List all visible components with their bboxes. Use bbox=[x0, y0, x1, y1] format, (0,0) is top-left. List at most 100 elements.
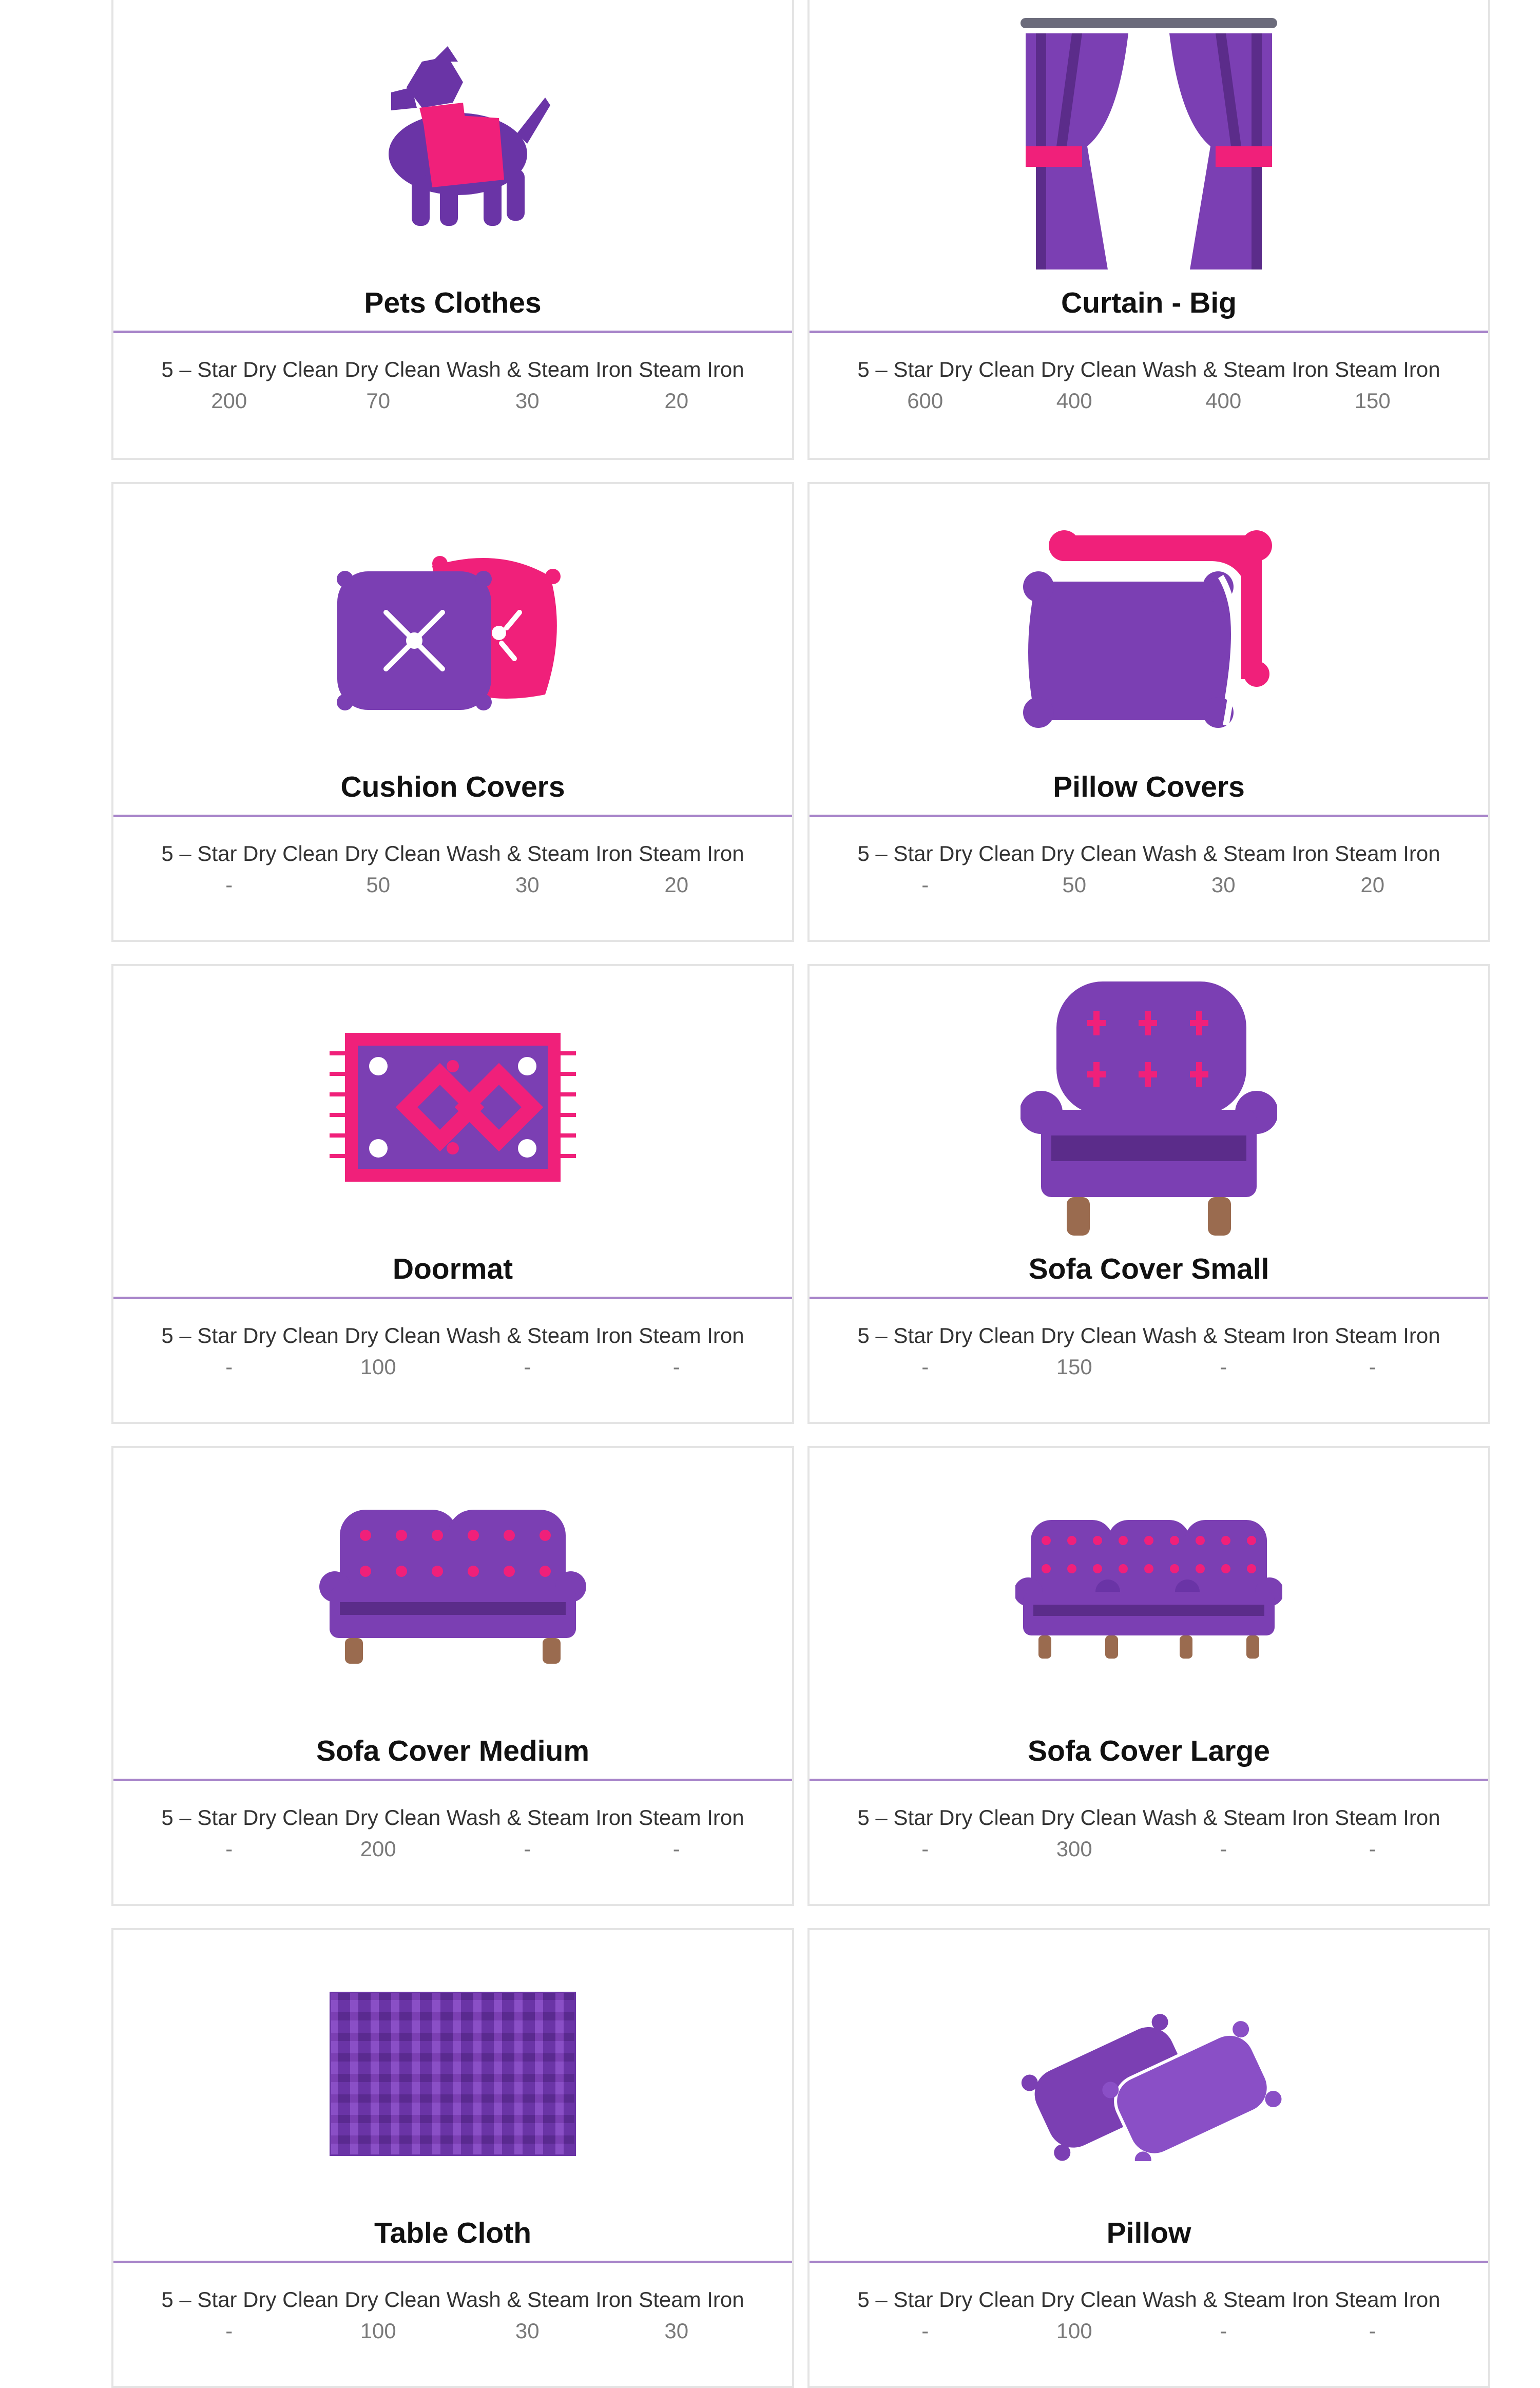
divider bbox=[810, 1297, 1488, 1299]
price-table: 5 – Star Dry Clean Dry Clean Wash & Stea… bbox=[134, 2284, 772, 2347]
service-title: Pillow Covers bbox=[1053, 771, 1245, 803]
cushion-icon bbox=[113, 525, 792, 730]
price-steam-iron: - bbox=[1369, 1837, 1376, 1861]
service-card-pets-clothes[interactable]: Pets Clothes 5 – Star Dry Clean Dry Clea… bbox=[111, 0, 794, 460]
price-dry-clean: 400 bbox=[1056, 389, 1092, 413]
price-values: - 50 30 20 bbox=[830, 869, 1468, 901]
price-wash-steam: - bbox=[1220, 1837, 1227, 1861]
price-wash-steam: - bbox=[1220, 1355, 1227, 1379]
service-title: Table Cloth bbox=[374, 2217, 532, 2249]
price-steam-iron: - bbox=[1369, 1355, 1376, 1379]
service-card-pillow-covers[interactable]: Pillow Covers 5 – Star Dry Clean Dry Cle… bbox=[807, 482, 1490, 942]
service-title: Sofa Cover Medium bbox=[316, 1735, 590, 1767]
price-wash-steam: - bbox=[1220, 2319, 1227, 2343]
price-5-star: - bbox=[225, 1837, 233, 1861]
price-table: 5 – Star Dry Clean Dry Clean Wash & Stea… bbox=[830, 1320, 1468, 1383]
price-table: 5 – Star Dry Clean Dry Clean Wash & Stea… bbox=[830, 2284, 1468, 2347]
price-dry-clean: 70 bbox=[366, 389, 391, 413]
price-steam-iron: 20 bbox=[664, 873, 689, 897]
price-values: 600 400 400 150 bbox=[830, 385, 1468, 417]
service-card-curtain-big[interactable]: Curtain - Big 5 – Star Dry Clean Dry Cle… bbox=[807, 0, 1490, 460]
service-title: Sofa Cover Large bbox=[1028, 1735, 1270, 1767]
service-price-grid: Pets Clothes 5 – Star Dry Clean Dry Clea… bbox=[111, 0, 1490, 2388]
doormat-icon bbox=[113, 1007, 792, 1212]
divider bbox=[113, 815, 792, 817]
service-card-doormat[interactable]: Doormat 5 – Star Dry Clean Dry Clean Was… bbox=[111, 964, 794, 1424]
price-5-star: - bbox=[921, 1837, 929, 1861]
price-5-star: - bbox=[921, 1355, 929, 1379]
divider bbox=[113, 1297, 792, 1299]
price-steam-iron: 150 bbox=[1354, 389, 1391, 413]
price-wash-steam: 30 bbox=[1211, 873, 1236, 897]
price-table: 5 – Star Dry Clean Dry Clean Wash & Stea… bbox=[134, 1320, 772, 1383]
price-table: 5 – Star Dry Clean Dry Clean Wash & Stea… bbox=[134, 838, 772, 901]
price-steam-iron: 30 bbox=[664, 2319, 689, 2343]
price-values: - 200 - - bbox=[134, 1833, 772, 1865]
price-wash-steam: - bbox=[524, 1837, 531, 1861]
service-title: Pets Clothes bbox=[364, 286, 542, 319]
divider bbox=[113, 1779, 792, 1781]
divider bbox=[810, 815, 1488, 817]
divider bbox=[113, 331, 792, 333]
price-header: 5 – Star Dry Clean Dry Clean Wash & Stea… bbox=[857, 1805, 1440, 1829]
price-5-star: - bbox=[921, 2319, 929, 2343]
price-table: 5 – Star Dry Clean Dry Clean Wash & Stea… bbox=[830, 354, 1468, 417]
price-5-star: - bbox=[225, 1355, 233, 1379]
service-card-sofa-cover-small[interactable]: Sofa Cover Small 5 – Star Dry Clean Dry … bbox=[807, 964, 1490, 1424]
price-values: - 100 30 30 bbox=[134, 2315, 772, 2347]
service-card-table-cloth[interactable]: Table Cloth 5 – Star Dry Clean Dry Clean… bbox=[111, 1928, 794, 2388]
price-5-star: - bbox=[921, 873, 929, 897]
price-steam-iron: 20 bbox=[1360, 873, 1385, 897]
price-5-star: - bbox=[225, 873, 233, 897]
service-title: Pillow bbox=[1106, 2217, 1191, 2249]
price-wash-steam: 30 bbox=[515, 389, 540, 413]
price-header: 5 – Star Dry Clean Dry Clean Wash & Stea… bbox=[161, 1805, 744, 1829]
price-5-star: - bbox=[225, 2319, 233, 2343]
price-values: - 50 30 20 bbox=[134, 869, 772, 901]
price-header: 5 – Star Dry Clean Dry Clean Wash & Stea… bbox=[857, 2287, 1440, 2312]
armchair-icon bbox=[810, 981, 1488, 1236]
price-table: 5 – Star Dry Clean Dry Clean Wash & Stea… bbox=[830, 838, 1468, 901]
service-title: Cushion Covers bbox=[340, 771, 565, 803]
price-table: 5 – Star Dry Clean Dry Clean Wash & Stea… bbox=[830, 1802, 1468, 1865]
sofa-large-icon bbox=[810, 1489, 1488, 1694]
price-wash-steam: - bbox=[524, 1355, 531, 1379]
price-header: 5 – Star Dry Clean Dry Clean Wash & Stea… bbox=[857, 357, 1440, 381]
price-wash-steam: 30 bbox=[515, 873, 540, 897]
price-5-star: 600 bbox=[907, 389, 944, 413]
dog-clothes-icon bbox=[113, 41, 792, 246]
pillow-icon bbox=[810, 1971, 1488, 2177]
price-values: - 100 - - bbox=[134, 1351, 772, 1383]
price-dry-clean: 150 bbox=[1056, 1355, 1092, 1379]
price-header: 5 – Star Dry Clean Dry Clean Wash & Stea… bbox=[161, 357, 744, 381]
price-values: - 150 - - bbox=[830, 1351, 1468, 1383]
price-dry-clean: 200 bbox=[360, 1837, 396, 1861]
pillow-cover-icon bbox=[810, 525, 1488, 730]
service-card-sofa-cover-large[interactable]: Sofa Cover Large 5 – Star Dry Clean Dry … bbox=[807, 1446, 1490, 1906]
service-card-cushion-covers[interactable]: Cushion Covers 5 – Star Dry Clean Dry Cl… bbox=[111, 482, 794, 942]
price-wash-steam: 30 bbox=[515, 2319, 540, 2343]
price-values: 200 70 30 20 bbox=[134, 385, 772, 417]
price-dry-clean: 100 bbox=[360, 2319, 396, 2343]
price-table: 5 – Star Dry Clean Dry Clean Wash & Stea… bbox=[134, 1802, 772, 1865]
divider bbox=[113, 2261, 792, 2263]
price-values: - 100 - - bbox=[830, 2315, 1468, 2347]
price-header: 5 – Star Dry Clean Dry Clean Wash & Stea… bbox=[161, 841, 744, 865]
price-header: 5 – Star Dry Clean Dry Clean Wash & Stea… bbox=[857, 841, 1440, 865]
price-table: 5 – Star Dry Clean Dry Clean Wash & Stea… bbox=[134, 354, 772, 417]
service-card-sofa-cover-medium[interactable]: Sofa Cover Medium 5 – Star Dry Clean Dry… bbox=[111, 1446, 794, 1906]
price-dry-clean: 300 bbox=[1056, 1837, 1092, 1861]
price-5-star: 200 bbox=[211, 389, 247, 413]
price-steam-iron: - bbox=[672, 1355, 680, 1379]
service-title: Doormat bbox=[392, 1253, 513, 1285]
price-dry-clean: 100 bbox=[360, 1355, 396, 1379]
table-cloth-icon bbox=[113, 1971, 792, 2177]
service-card-pillow[interactable]: Pillow 5 – Star Dry Clean Dry Clean Wash… bbox=[807, 1928, 1490, 2388]
divider bbox=[810, 331, 1488, 333]
price-steam-iron: - bbox=[1369, 2319, 1376, 2343]
price-dry-clean: 50 bbox=[366, 873, 391, 897]
price-dry-clean: 50 bbox=[1062, 873, 1087, 897]
divider bbox=[810, 1779, 1488, 1781]
price-steam-iron: 20 bbox=[664, 389, 689, 413]
price-wash-steam: 400 bbox=[1205, 389, 1242, 413]
